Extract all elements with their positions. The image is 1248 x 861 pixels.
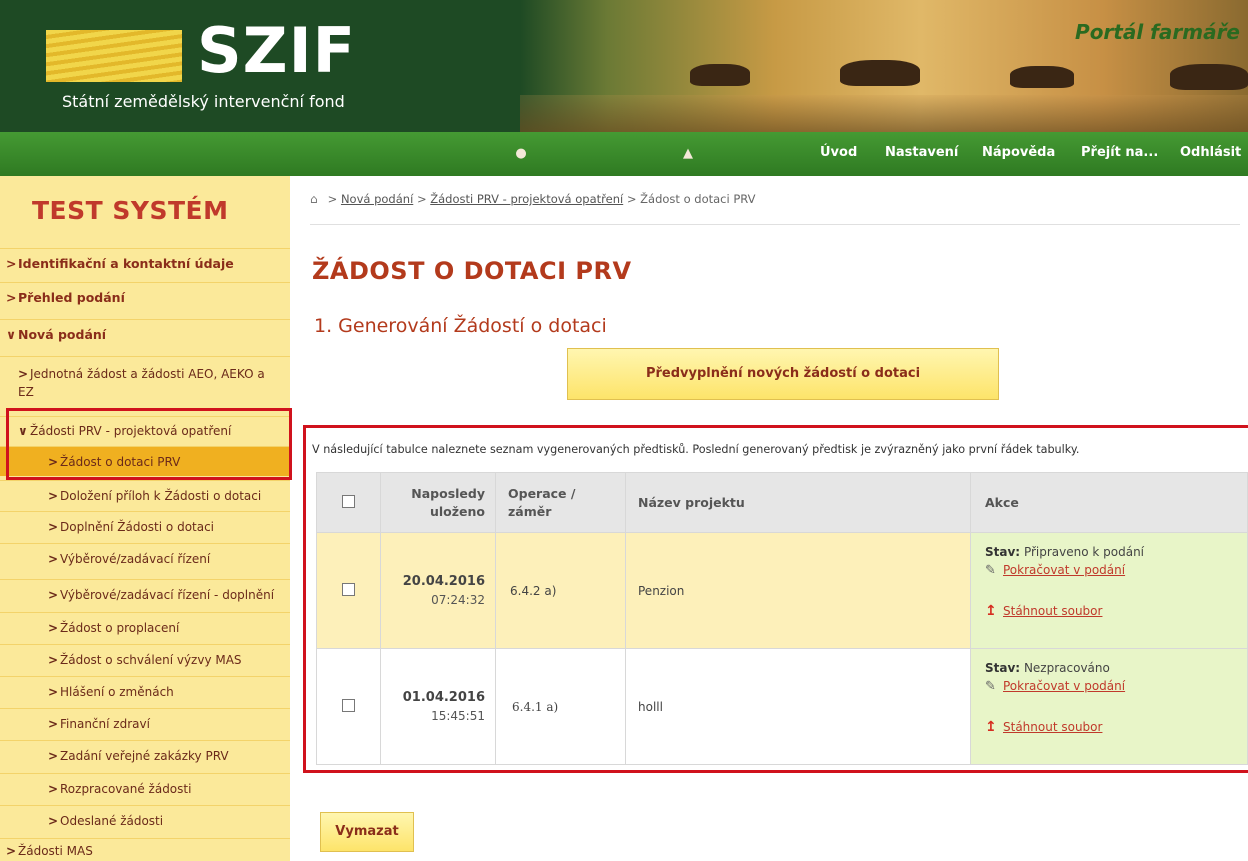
chevron-down-icon: ∨ — [6, 327, 17, 342]
sidebar-highlight-box — [6, 408, 292, 480]
sidebar-item-label: Výběrové/zadávací řízení — [60, 552, 211, 566]
chevron-right-icon: > — [6, 256, 17, 271]
sidebar-item-label: Žádosti MAS — [18, 844, 93, 858]
sidebar-item-label: Nová podání — [18, 327, 107, 342]
sidebar-item-label: Finanční zdraví — [60, 717, 150, 731]
chevron-right-icon: > — [48, 489, 59, 503]
sidebar-item-label: Výběrové/zadávací řízení - doplnění — [60, 588, 275, 602]
top-navigation: ● ▲ Úvod Nastavení Nápověda Přejít na...… — [0, 132, 1248, 176]
chevron-right-icon: > — [6, 290, 17, 305]
sidebar-item-nova-podani[interactable]: ∨ Nová podání — [0, 319, 290, 349]
sidebar-item-label: Žádost o proplacení — [60, 621, 180, 635]
nav-link-nastaveni[interactable]: Nastavení — [885, 145, 958, 160]
sidebar-item-label: Přehled podání — [18, 290, 125, 305]
chevron-right-icon: > — [6, 844, 17, 858]
sidebar-item-hlaseni-o-zmenach[interactable]: > Hlášení o změnách — [0, 676, 290, 706]
cow-silhouette — [690, 64, 750, 86]
chevron-right-icon: > — [48, 621, 59, 635]
sidebar-item-identifikacni-udaje[interactable]: > Identifikační a kontaktní údaje — [0, 248, 290, 278]
chevron-right-icon: > — [48, 717, 59, 731]
sidebar-item-vyberove-rizeni[interactable]: > Výběrové/zadávací řízení — [0, 543, 290, 573]
prefill-applications-button[interactable]: Předvyplnění nových žádostí o dotaci — [567, 348, 999, 400]
cow-silhouette — [1170, 64, 1248, 90]
szif-logo-mark — [46, 30, 182, 82]
sidebar-item-financni-zdravi[interactable]: > Finanční zdraví — [0, 708, 290, 738]
sidebar-item-vyberove-rizeni-doplneni[interactable]: > Výběrové/zadávací řízení - doplnění — [0, 579, 290, 609]
sidebar-item-odeslane-zadosti[interactable]: > Odeslané žádosti — [0, 805, 290, 835]
user-icon[interactable]: ● — [514, 146, 528, 162]
nav-link-odhlasit[interactable]: Odhlásit — [1180, 145, 1241, 160]
sidebar-item-prehled-podani[interactable]: > Přehled podání — [0, 282, 290, 312]
section-title: 1. Generování Žádostí o dotaci — [314, 315, 607, 337]
sidebar-item-label: Rozpracované žádosti — [60, 782, 192, 796]
site-header: SZIF Státní zemědělský intervenční fond … — [0, 0, 1248, 132]
breadcrumb-link-nova-podani[interactable]: Nová podání — [341, 192, 413, 206]
sidebar-item-label: Žádost o schválení výzvy MAS — [60, 653, 242, 667]
logo-subtitle: Státní zemědělský intervenční fond — [62, 92, 345, 111]
chevron-right-icon: > — [48, 552, 59, 566]
delete-button[interactable]: Vymazat — [320, 812, 414, 852]
sidebar-item-verejne-zakazky[interactable]: > Zadání veřejné zakázky PRV — [0, 740, 290, 770]
sidebar-item-label: Doložení příloh k Žádosti o dotaci — [60, 489, 262, 503]
page-title: ŽÁDOST O DOTACI PRV — [312, 257, 632, 285]
nav-link-uvod[interactable]: Úvod — [820, 145, 857, 160]
chevron-right-icon: > — [48, 685, 59, 699]
table-highlight-box — [303, 425, 1248, 773]
sidebar-item-zadost-o-proplaceni[interactable]: > Žádost o proplacení — [0, 612, 290, 642]
sidebar-item-label: Zadání veřejné zakázky PRV — [60, 749, 229, 763]
nav-link-napoveda[interactable]: Nápověda — [982, 145, 1055, 160]
breadcrumb-current: Žádost o dotaci PRV — [640, 192, 756, 206]
header-photo-ground — [520, 95, 1248, 132]
sidebar-item-jednotna-zadost[interactable]: > Jednotná žádost a žádosti AEO, AEKO a E… — [0, 356, 290, 408]
chevron-right-icon: > — [48, 749, 59, 763]
nav-link-prejit-na[interactable]: Přejít na... — [1081, 145, 1158, 160]
chevron-right-icon: > — [48, 588, 59, 602]
sidebar-item-label: Doplnění Žádosti o dotaci — [60, 520, 215, 534]
portal-title: Portál farmáře — [1075, 20, 1240, 44]
sidebar-item-rozpracovane-zadosti[interactable]: > Rozpracované žádosti — [0, 773, 290, 803]
user-settings-icon[interactable]: ▲ — [681, 146, 695, 162]
breadcrumb: ⌂ > Nová podání > Žádosti PRV - projekto… — [310, 192, 756, 206]
sidebar-item-doplneni-zadosti[interactable]: > Doplnění Žádosti o dotaci — [0, 511, 290, 541]
sidebar-item-zadosti-mas[interactable]: > Žádosti MAS — [0, 838, 290, 861]
chevron-right-icon: > — [48, 814, 59, 828]
logo-area: SZIF Státní zemědělský intervenční fond — [0, 0, 440, 132]
sidebar-item-label: Jednotná žádost a žádosti AEO, AEKO a EZ — [18, 367, 265, 399]
cow-silhouette — [840, 60, 920, 86]
cow-silhouette — [1010, 66, 1074, 88]
sidebar-item-dolozeni-priloh[interactable]: > Doložení příloh k Žádosti o dotaci — [0, 480, 290, 510]
sidebar-item-schvaleni-vyzvy-mas[interactable]: > Žádost o schválení výzvy MAS — [0, 644, 290, 674]
chevron-right-icon: > — [48, 520, 59, 534]
breadcrumb-separator: > — [416, 192, 427, 206]
chevron-right-icon: > — [18, 367, 29, 381]
chevron-right-icon: > — [48, 653, 59, 667]
breadcrumb-divider — [310, 224, 1240, 225]
home-icon[interactable]: ⌂ — [310, 192, 324, 206]
system-title: TEST SYSTÉM — [32, 196, 229, 225]
sidebar: TEST SYSTÉM > Identifikační a kontaktní ú… — [0, 176, 290, 861]
logo-text: SZIF — [197, 14, 357, 87]
sidebar-item-label: Hlášení o změnách — [60, 685, 174, 699]
chevron-right-icon: > — [48, 782, 59, 796]
breadcrumb-link-zadosti-prv[interactable]: Žádosti PRV - projektová opatření — [430, 192, 623, 206]
breadcrumb-separator: > — [626, 192, 637, 206]
sidebar-item-label: Identifikační a kontaktní údaje — [18, 256, 234, 271]
sidebar-item-label: Odeslané žádosti — [60, 814, 164, 828]
breadcrumb-separator: > — [327, 192, 338, 206]
